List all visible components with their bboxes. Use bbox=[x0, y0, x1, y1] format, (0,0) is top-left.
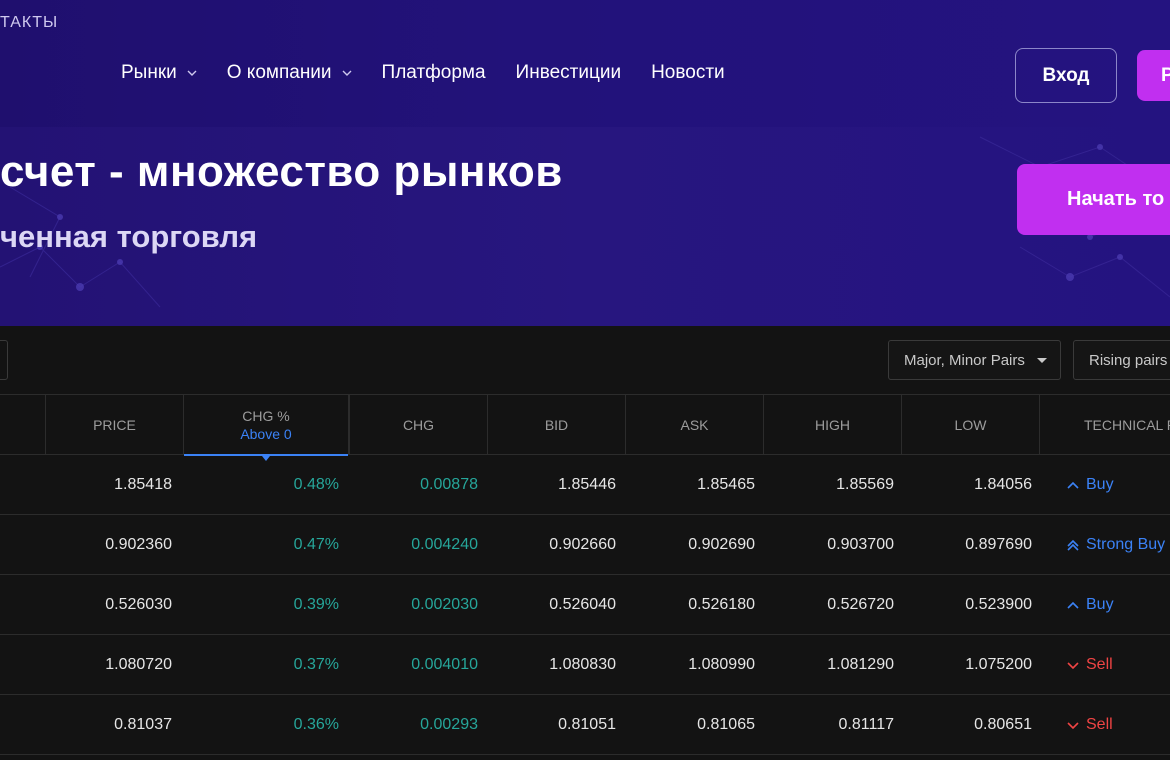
table-header: PRICE CHG % Above 0 CHG BID ASK HIGH LOW… bbox=[0, 394, 1170, 461]
pairs-filter-value: Major, Minor Pairs bbox=[904, 351, 1025, 369]
column-header-ask[interactable]: ASK bbox=[625, 395, 763, 455]
column-header-label: BID bbox=[544, 417, 569, 433]
cell-technical-rating: Strong Buy bbox=[1066, 515, 1170, 575]
column-header-chg[interactable]: CHG bbox=[349, 395, 487, 455]
table-row[interactable]: 0.526030 0.39% 0.002030 0.526040 0.526180 0.5… bbox=[0, 575, 1170, 635]
nav-item-news[interactable]: Новости bbox=[651, 62, 725, 84]
column-header-label: CHG % bbox=[242, 408, 290, 424]
sort-filter-value: Rising pairs bbox=[1089, 351, 1168, 369]
column-header-label: LOW bbox=[954, 417, 987, 433]
chevron-up-icon bbox=[1067, 601, 1079, 609]
double-chevron-up-icon bbox=[1067, 539, 1079, 551]
cell-low: 0.80651 bbox=[974, 716, 1032, 733]
site-header: ТАКТЫ Рынки О компании Платформа Инвести… bbox=[0, 0, 1170, 127]
sort-filter-select[interactable]: Rising pairs bbox=[1073, 340, 1170, 380]
rating-label: Strong Buy bbox=[1086, 536, 1166, 553]
main-nav: Рынки О компании Платформа Инвестиции Но… bbox=[121, 62, 755, 84]
rating-label: Sell bbox=[1086, 656, 1113, 673]
chevron-down-icon bbox=[1067, 662, 1079, 670]
column-header-label: PRICE bbox=[93, 417, 136, 433]
chevron-down-icon bbox=[342, 70, 352, 76]
cell-technical-rating: Sell bbox=[1066, 695, 1170, 755]
start-trading-button[interactable]: Начать то bbox=[1017, 164, 1170, 235]
cell-low: 1.84056 bbox=[974, 476, 1032, 493]
cell-technical-rating: Buy bbox=[1066, 455, 1170, 515]
nav-item-label: О компании bbox=[226, 62, 332, 83]
cell-technical-rating: Sell bbox=[1066, 635, 1170, 695]
hero-banner: счет - множество рынков ченная торговля … bbox=[0, 127, 1170, 326]
column-header-technical-rating[interactable]: TECHNICAL R bbox=[1039, 395, 1170, 455]
column-header-low[interactable]: LOW bbox=[901, 395, 1039, 455]
column-filter-value: Above 0 bbox=[240, 426, 292, 442]
column-header-label: HIGH bbox=[815, 417, 850, 433]
column-header-high[interactable]: HIGH bbox=[763, 395, 901, 455]
chevron-down-icon bbox=[1067, 722, 1079, 730]
market-table: PRICE CHG % Above 0 CHG BID ASK HIGH LOW… bbox=[0, 394, 1170, 755]
column-header-bid[interactable]: BID bbox=[487, 395, 625, 455]
hero-title: счет - множество рынков bbox=[0, 147, 563, 196]
column-header-label: CHG bbox=[402, 417, 435, 433]
chevron-down-icon bbox=[187, 70, 197, 76]
nav-item-about[interactable]: О компании bbox=[227, 62, 352, 84]
nav-item-markets[interactable]: Рынки bbox=[121, 62, 197, 84]
filter-bar: Major, Minor Pairs Rising pairs bbox=[0, 326, 1170, 394]
caret-down-icon bbox=[1036, 357, 1047, 363]
cell-low: 0.523900 bbox=[965, 596, 1032, 613]
column-header-label: TECHNICAL R bbox=[1084, 417, 1170, 433]
table-row[interactable]: 1.080720 0.37% 0.004010 1.080830 1.080990 1.0… bbox=[0, 635, 1170, 695]
cell-low: 0.897690 bbox=[965, 536, 1032, 553]
table-row[interactable]: 0.902360 0.47% 0.004240 0.902660 0.902690 0.9… bbox=[0, 515, 1170, 575]
search-field[interactable] bbox=[0, 340, 8, 380]
nav-item-investments[interactable]: Инвестиции bbox=[516, 62, 622, 84]
column-header-price[interactable]: PRICE bbox=[45, 395, 183, 455]
column-header-chg-pct[interactable]: CHG % Above 0 bbox=[183, 395, 349, 461]
nav-item-label: Рынки bbox=[121, 62, 177, 83]
column-header-label: ASK bbox=[680, 417, 709, 433]
nav-item-label: Инвестиции bbox=[515, 62, 622, 83]
register-button[interactable]: Р bbox=[1137, 50, 1170, 101]
table-body: 1.85418 0.48% 0.00878 1.85446 1.85465 1.85569… bbox=[0, 455, 1170, 755]
nav-item-label: Новости bbox=[651, 62, 725, 83]
table-row[interactable]: 1.85418 0.48% 0.00878 1.85446 1.85465 1.85569… bbox=[0, 455, 1170, 515]
chevron-up-icon bbox=[1067, 481, 1079, 489]
pairs-filter-select[interactable]: Major, Minor Pairs bbox=[888, 340, 1061, 380]
cell-low: 1.075200 bbox=[965, 656, 1032, 673]
cell-technical-rating: Buy bbox=[1066, 575, 1170, 635]
hero-subtitle: ченная торговля bbox=[0, 219, 258, 254]
rating-label: Buy bbox=[1086, 596, 1114, 613]
contacts-link[interactable]: ТАКТЫ bbox=[0, 14, 58, 32]
table-row[interactable]: 0.81037 0.36% 0.00293 0.81051 0.81065 0.81117… bbox=[0, 695, 1170, 755]
rating-label: Buy bbox=[1086, 476, 1114, 493]
nav-item-label: Платформа bbox=[381, 62, 486, 83]
nav-item-platform[interactable]: Платформа bbox=[382, 62, 486, 84]
login-button[interactable]: Вход bbox=[1015, 48, 1117, 103]
rating-label: Sell bbox=[1086, 716, 1113, 733]
